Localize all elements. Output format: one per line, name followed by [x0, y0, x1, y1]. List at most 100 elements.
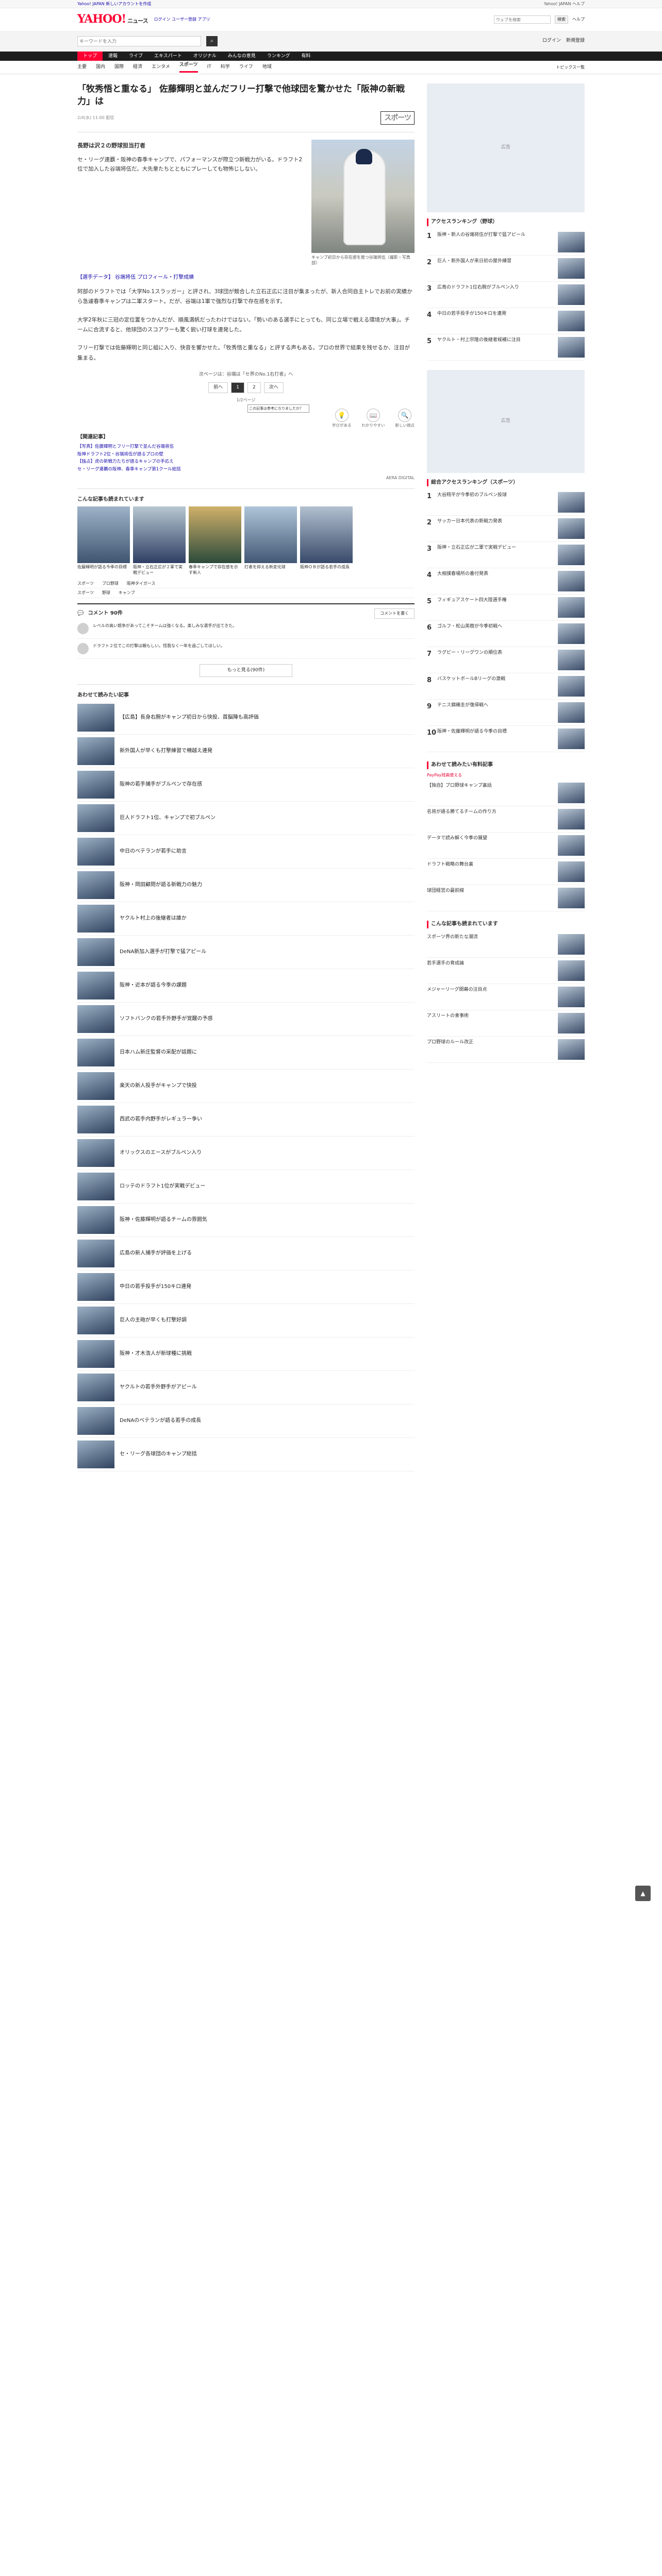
- cat-economy[interactable]: 経済: [133, 64, 142, 71]
- article-thumbnail[interactable]: [77, 1340, 114, 1368]
- related-link[interactable]: 【独占】虎の新戦力たちが語るキャンプの手応え: [77, 458, 415, 465]
- topics-list-link[interactable]: トピックス一覧: [556, 64, 585, 71]
- also-read-item[interactable]: 阪神・佐藤輝明が語るチームの雰囲気: [77, 1204, 415, 1238]
- recommend-card[interactable]: 阪神・立石正広が２軍で実戦デビュー: [133, 506, 186, 576]
- also-read-item[interactable]: ロッテのドラフト1位が実戦デビュー: [77, 1170, 415, 1204]
- article-thumbnail[interactable]: [77, 737, 114, 766]
- header-help-link[interactable]: ヘルプ: [572, 16, 585, 23]
- tag-link[interactable]: 野球: [102, 590, 110, 596]
- also-read-item[interactable]: 巨人ドラフト1位、キャンプで初ブルペン: [77, 802, 415, 836]
- nav-breaking[interactable]: 速報: [103, 52, 123, 61]
- ranking-thumbnail[interactable]: [558, 702, 585, 723]
- nav-paid[interactable]: 有料: [296, 52, 317, 61]
- ranking-thumbnail[interactable]: [558, 545, 585, 565]
- nav-original[interactable]: オリジナル: [188, 52, 222, 61]
- article-thumbnail[interactable]: [77, 1173, 114, 1201]
- tag-link[interactable]: スポーツ: [77, 590, 94, 596]
- also-read-item[interactable]: 広島の新人捕手が評価を上げる: [77, 1237, 415, 1271]
- cat-it[interactable]: IT: [207, 64, 211, 71]
- ranking-thumbnail[interactable]: [558, 960, 585, 981]
- also-read-item[interactable]: 楽天の新人投手がキャンプで快投: [77, 1070, 415, 1104]
- player-data-link[interactable]: 【選手データ】 谷端将伍 プロフィール・打撃成績: [77, 274, 415, 282]
- also-read-item[interactable]: 巨人の主砲が早くも打撃好調: [77, 1304, 415, 1338]
- ranking-thumbnail[interactable]: [558, 783, 585, 804]
- more-comments-button[interactable]: もっと見る(90件): [200, 664, 292, 677]
- top-promo-link[interactable]: Yahoo! JAPAN 新しいアカウントを作成: [77, 1, 151, 7]
- ranking-thumbnail[interactable]: [558, 518, 585, 539]
- comment-item[interactable]: レベルの高い競争があってこそチームは強くなる。楽しみな選手が出てきた。: [77, 619, 415, 639]
- ranking-item[interactable]: 10 阪神・佐藤輝明が語る今季の目標: [427, 726, 585, 752]
- ranking-item[interactable]: 5 フィギュアスケート四大陸選手権: [427, 595, 585, 621]
- article-thumbnail[interactable]: [77, 972, 114, 1000]
- related-link[interactable]: セ・リーグ連覇の阪神、春季キャンプ第1クール総括: [77, 466, 415, 473]
- ranking-item[interactable]: 7 ラグビー・リーグワンの順位表: [427, 647, 585, 673]
- also-read-item[interactable]: 阪神・才木浩人が新球種に挑戦: [77, 1337, 415, 1371]
- yahoo-logo[interactable]: YAHOO! ニュース: [77, 11, 148, 28]
- news-search-input[interactable]: [77, 36, 201, 46]
- also-read-item[interactable]: セ・リーグ各球団のキャンプ総括: [77, 1438, 415, 1472]
- ranking-item[interactable]: 1 大谷翔平が今季初のブルペン投球: [427, 489, 585, 516]
- nav-expert[interactable]: エキスパート: [148, 52, 188, 61]
- ad-banner[interactable]: 広告: [427, 369, 585, 473]
- reaction-newview-button[interactable]: 🔍 新しい視点: [395, 408, 415, 429]
- related-link[interactable]: 【写真】佐藤輝明とフリー打撃で並んだ谷端将伍: [77, 443, 415, 450]
- cat-domestic[interactable]: 国内: [96, 64, 105, 71]
- also-read-item[interactable]: ソフトバンクの若手外野手が覚醒の予感: [77, 1003, 415, 1037]
- ranking-item[interactable]: メジャーリーグ開幕の注目点: [427, 984, 585, 1010]
- reaction-learn-button[interactable]: 💡 学びがある: [332, 408, 352, 429]
- also-read-item[interactable]: 【広島】長身右腕がキャンプ初日から快投、首脳陣も高評価: [77, 701, 415, 735]
- article-thumbnail[interactable]: [77, 1307, 114, 1335]
- article-thumbnail[interactable]: [77, 905, 114, 933]
- also-read-item[interactable]: 日本ハム新庄監督の采配が話題に: [77, 1036, 415, 1070]
- also-read-item[interactable]: 新外国人が早くも打撃練習で柵越え連発: [77, 735, 415, 769]
- cat-international[interactable]: 国際: [114, 64, 124, 71]
- top-help-link[interactable]: Yahoo! JAPAN ヘルプ: [544, 1, 585, 7]
- tag-link[interactable]: キャンプ: [119, 590, 135, 596]
- ranking-thumbnail[interactable]: [558, 231, 585, 252]
- player-photo[interactable]: [311, 139, 415, 253]
- search-icon[interactable]: ⌕: [206, 36, 218, 46]
- article-thumbnail[interactable]: [77, 1206, 114, 1234]
- ranking-thumbnail[interactable]: [558, 986, 585, 1007]
- ad-banner[interactable]: 広告: [427, 83, 585, 212]
- ranking-item[interactable]: 6 ゴルフ・松山英樹が今季初戦へ: [427, 621, 585, 647]
- ranking-item[interactable]: 2 巨人・新外国人が来日初の屋外練習: [427, 256, 585, 282]
- ranking-item[interactable]: 【独自】プロ野球キャンプ裏話: [427, 780, 585, 807]
- ranking-thumbnail[interactable]: [558, 888, 585, 909]
- nav-live[interactable]: ライブ: [123, 52, 148, 61]
- cat-science[interactable]: 科学: [221, 64, 230, 71]
- article-thumbnail[interactable]: [77, 704, 114, 732]
- cat-local[interactable]: 地域: [262, 64, 272, 71]
- article-photo[interactable]: キャンプ初日から存在感を放つ谷端将伍（撮影・写真部）: [311, 139, 415, 266]
- tag-link[interactable]: スポーツ: [77, 581, 94, 587]
- ranking-thumbnail[interactable]: [558, 597, 585, 618]
- article-thumbnail[interactable]: [77, 871, 114, 900]
- also-read-item[interactable]: 中日の若手投手が150キロ連発: [77, 1270, 415, 1304]
- ranking-item[interactable]: 2 サッカー日本代表の新戦力発表: [427, 516, 585, 542]
- related-link[interactable]: 阪神ドラフト2位・谷端将伍が語るプロの壁: [77, 451, 415, 458]
- ranking-item[interactable]: 8 バスケットボールBリーグの激戦: [427, 673, 585, 700]
- article-thumbnail[interactable]: [77, 1005, 114, 1033]
- article-thumbnail[interactable]: [77, 1407, 114, 1435]
- article-thumbnail[interactable]: [77, 1273, 114, 1301]
- ranking-thumbnail[interactable]: [558, 1012, 585, 1033]
- ranking-thumbnail[interactable]: [558, 623, 585, 644]
- next-page-note[interactable]: 次ページは：谷端は「セ界のNo.1右打者」へ: [77, 371, 415, 378]
- ranking-item[interactable]: スポーツ界の新たな潮流: [427, 931, 585, 958]
- ranking-item[interactable]: 3 阪神・立石正広が二軍で実戦デビュー: [427, 542, 585, 568]
- ranking-thumbnail[interactable]: [558, 258, 585, 279]
- article-thumbnail[interactable]: [77, 1374, 114, 1402]
- cat-sports[interactable]: スポーツ: [179, 62, 198, 73]
- ranking-thumbnail[interactable]: [558, 835, 585, 856]
- recommend-card[interactable]: 佐藤輝明が語る今季の目標: [77, 506, 130, 576]
- header-search-input[interactable]: [494, 15, 551, 24]
- ranking-thumbnail[interactable]: [558, 336, 585, 358]
- also-read-item[interactable]: DeNA新加入選手が打撃で猛アピール: [77, 936, 415, 970]
- next-page-button[interactable]: 次へ: [263, 382, 284, 394]
- ranking-thumbnail[interactable]: [558, 650, 585, 670]
- also-read-item[interactable]: 阪神の若手捕手がブルペンで存在感: [77, 768, 415, 802]
- recommend-card[interactable]: 打者を抑える新変化球: [244, 506, 297, 576]
- header-links[interactable]: ログイン ユーザー登録 アプリ: [154, 17, 210, 22]
- ranking-item[interactable]: アスリートの食事術: [427, 1010, 585, 1037]
- cat-main[interactable]: 主要: [77, 64, 87, 71]
